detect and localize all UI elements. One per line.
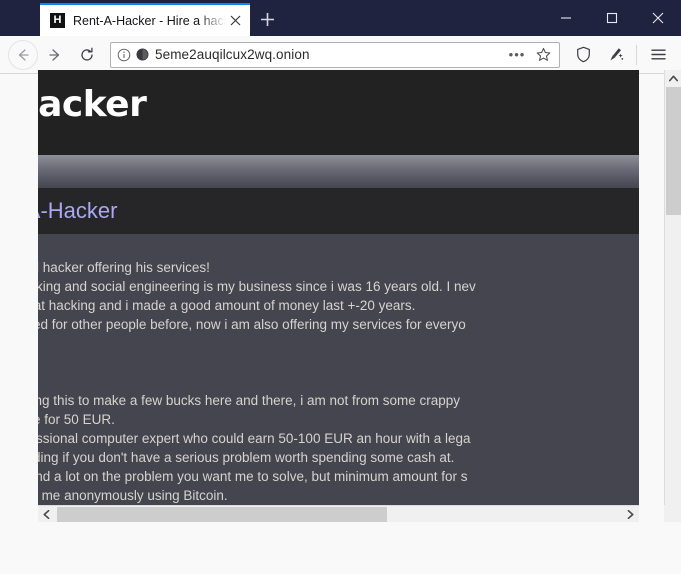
url-text[interactable]: 5eme2auqilcux2wq.onion [155,47,501,62]
horizontal-scrollbar[interactable] [38,505,639,522]
back-arrow-icon[interactable] [8,39,38,70]
url-bar[interactable]: 5eme2auqilcux2wq.onion ••• [110,41,560,68]
browser-window: H Rent-A-Hacker - Hire a hacker f [0,0,681,574]
maximize-button[interactable] [589,0,635,36]
tab-strip: H Rent-A-Hacker - Hire a hacker f [0,0,284,36]
tab-close-icon[interactable] [226,12,244,30]
new-tab-button[interactable] [250,3,284,36]
scroll-right-arrow[interactable] [622,506,639,523]
h-favicon: H [50,13,65,28]
prices-line-4: So stop reading if you don't have a seri… [38,450,455,465]
close-button[interactable] [635,0,681,36]
site-logo: -Hacker [38,84,147,125]
prices-line-6: You can pay me anonymously using Bitcoin… [38,488,228,503]
page-title: Rent-A-Hacker [38,188,639,234]
vertical-scrollbar[interactable] [664,70,681,522]
hamburger-menu-icon[interactable] [643,40,673,70]
page-text-content: Experienced hacker offering his services… [38,234,639,522]
header-gradient-divider [38,155,639,188]
info-circle-icon[interactable] [117,48,131,62]
onion-circle-icon [136,48,149,61]
prices-line-2: scam people for 50 EUR. [38,412,115,427]
shield-icon[interactable] [568,40,598,70]
navigation-toolbar: 5eme2auqilcux2wq.onion ••• [0,36,681,74]
window-controls [543,0,681,36]
page-actions-icon[interactable]: ••• [507,45,527,65]
reload-icon[interactable] [72,40,102,70]
intro-line-1: Experienced hacker offering his services… [38,260,210,275]
identity-box[interactable] [117,48,149,62]
forward-arrow-icon[interactable] [40,40,70,70]
vertical-scrollbar-thumb[interactable] [666,87,681,215]
prices-heading: Prices: [38,372,639,391]
page-viewport: -Hacker Products F. Rent-A-Hacker Experi… [38,70,639,522]
scroll-up-arrow[interactable] [665,70,681,87]
tab-title: Rent-A-Hacker - Hire a hacker f [73,13,226,28]
minimize-button[interactable] [543,0,589,36]
intro-line-2: (Illegal) Hacking and social engineering… [38,279,476,294]
site-header: -Hacker Products F. [38,70,639,155]
prices-line-1: I am not doing this to make a few bucks … [38,393,460,408]
toolbar-separator [636,44,637,65]
intro-line-4: I have worked for other people before, n… [38,317,466,332]
intro-line-3: really good at hacking and i made a good… [38,298,416,313]
prices-line-5: Prices depend a lot on the problem you w… [38,469,468,484]
horizontal-scrollbar-thumb[interactable] [57,506,387,522]
horizontal-scrollbar-track[interactable] [55,506,622,523]
title-bar: H Rent-A-Hacker - Hire a hacker f [0,0,681,36]
broom-sparkle-icon[interactable] [600,40,630,70]
scrollbar-corner [664,505,681,522]
page-body: Rent-A-Hacker Experienced hacker offerin… [38,188,639,522]
star-icon[interactable] [533,45,553,65]
browser-tab[interactable]: H Rent-A-Hacker - Hire a hacker f [40,3,250,36]
page-content: -Hacker Products F. Rent-A-Hacker Experi… [38,70,639,522]
scroll-left-arrow[interactable] [38,506,55,523]
prices-line-3: I am a professional computer expert who … [38,431,471,446]
